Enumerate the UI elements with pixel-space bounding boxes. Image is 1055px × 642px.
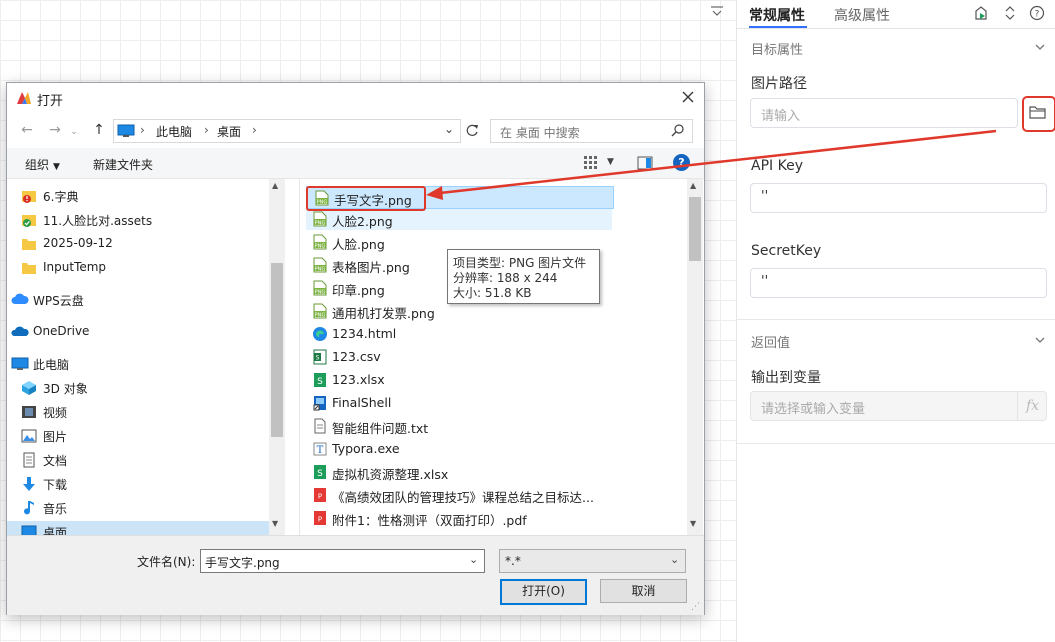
svg-text:PNG: PNG (317, 199, 328, 205)
png-file-icon: PNG (314, 190, 330, 206)
file-row[interactable]: PNG 手写文字.png (306, 186, 426, 211)
file-name: 手写文字.png (334, 193, 412, 208)
annotation-arrow (426, 129, 997, 200)
